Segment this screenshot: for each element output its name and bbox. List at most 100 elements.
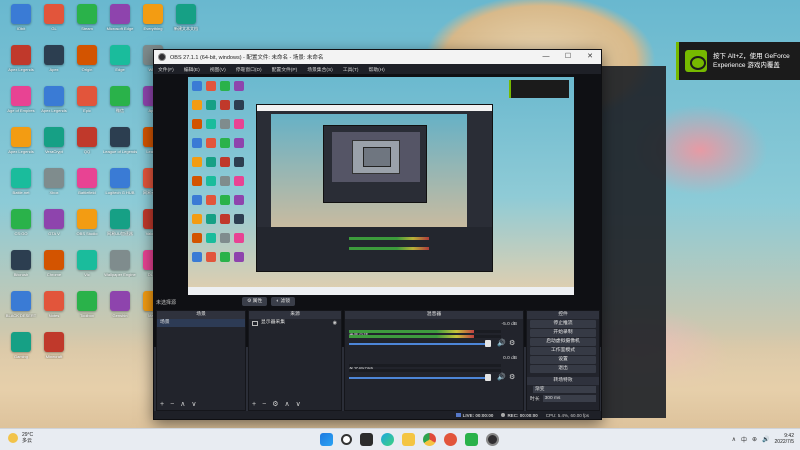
- menu-file[interactable]: 文件(F): [158, 66, 174, 73]
- volume-slider-handle[interactable]: [485, 374, 491, 381]
- volume-slider-handle[interactable]: [485, 340, 491, 347]
- visibility-eye-icon[interactable]: ◉: [333, 319, 337, 327]
- desktop-icon-16[interactable]: Apex Legends: [4, 127, 38, 154]
- desktop-icon-38[interactable]: Toolbox: [70, 291, 104, 318]
- desktop-icon-11[interactable]: Age of Empires: [4, 86, 38, 113]
- close-button[interactable]: ✕: [579, 50, 601, 64]
- menu-profile[interactable]: 配置文件(P): [272, 66, 298, 73]
- desktop-icon-22[interactable]: Xbox: [37, 168, 71, 195]
- add-scene-button[interactable]: +: [160, 400, 164, 410]
- desktop-icon-21[interactable]: Battle.net: [4, 168, 38, 195]
- start-recording-button[interactable]: 开始录制: [530, 329, 596, 337]
- volume-icon[interactable]: 🔊: [762, 436, 769, 443]
- desktop-icon-33[interactable]: Vlc: [70, 250, 104, 277]
- desktop-icon-14[interactable]: 微信: [103, 86, 137, 113]
- desktop-icon-27[interactable]: GTA V: [37, 209, 71, 236]
- obs-taskbar-icon[interactable]: [486, 433, 499, 446]
- media-app-icon[interactable]: [444, 433, 457, 446]
- add-source-button[interactable]: +: [252, 400, 256, 410]
- desktop-icon-3[interactable]: Microsoft Edge: [103, 4, 137, 31]
- duration-input[interactable]: 300 ms: [542, 395, 596, 402]
- menu-view[interactable]: 视图(V): [210, 66, 226, 73]
- audio-settings-gear-icon[interactable]: ⚙: [509, 373, 515, 381]
- source-item[interactable]: 显示器采集 ◉: [249, 319, 341, 327]
- menu-docks[interactable]: 停靠窗口(D): [236, 66, 262, 73]
- task-view-icon[interactable]: [360, 433, 373, 446]
- wechat-icon[interactable]: [465, 433, 478, 446]
- desktop-icon-9[interactable]: Edge: [103, 45, 137, 72]
- menu-scene-collection[interactable]: 场景集合(S): [307, 66, 333, 73]
- speaker-icon[interactable]: 🔊: [497, 373, 506, 381]
- desktop-icon-2[interactable]: Steam: [70, 4, 104, 31]
- desktop-icon-36[interactable]: BLACK DESERT: [4, 291, 38, 318]
- app-icon: [11, 127, 31, 147]
- volume-slider[interactable]: [349, 343, 489, 345]
- desktop-icon-5[interactable]: 新建文本文档: [169, 4, 203, 31]
- desktop-icon-1[interactable]: GL: [37, 4, 71, 31]
- geforce-notification[interactable]: 按下 Alt+Z，使用 GeForce Experience 游戏内覆盖: [676, 42, 800, 80]
- move-scene-down-button[interactable]: ∨: [191, 400, 196, 410]
- desktop-icon-26[interactable]: CS:GO: [4, 209, 38, 236]
- desktop-icon-29[interactable]: 网易UU加速器: [103, 209, 137, 236]
- obs-statusbar: LIVE: 00:00:00 REC: 00:00:00 CPU: 5.4%, …: [154, 411, 601, 419]
- desktop-icon-34[interactable]: Wallpaper Engine: [103, 250, 137, 277]
- menu-help[interactable]: 帮助(H): [369, 66, 385, 73]
- maximize-button[interactable]: ☐: [557, 50, 579, 64]
- menu-edit[interactable]: 编辑(E): [184, 66, 200, 73]
- desktop-icon-13[interactable]: Epic: [70, 86, 104, 113]
- remove-scene-button[interactable]: −: [170, 400, 174, 410]
- network-icon[interactable]: ⊕: [752, 436, 757, 443]
- desktop-icon-6[interactable]: Apex Legends: [4, 45, 38, 72]
- transition-select[interactable]: 渐变: [533, 386, 596, 393]
- start-virtual-camera-button[interactable]: 启动虚拟摄像机: [530, 338, 596, 346]
- desktop-icon-39[interactable]: Genshin: [103, 291, 137, 318]
- move-source-down-button[interactable]: ∨: [296, 400, 301, 410]
- desktop-icon-37[interactable]: Notes: [37, 291, 71, 318]
- filters-button[interactable]: ◐ 滤镜: [271, 297, 296, 306]
- desktop-icon-42[interactable]: Minecraft: [37, 332, 71, 359]
- tray-overflow-icon[interactable]: ∧: [732, 436, 736, 443]
- source-properties-gear-icon[interactable]: ⚙: [272, 400, 278, 410]
- desktop-icon-12[interactable]: Apex Legends: [37, 86, 71, 113]
- minimize-button[interactable]: —: [535, 50, 557, 64]
- desktop-icon-18[interactable]: QQ: [70, 127, 104, 154]
- move-scene-up-button[interactable]: ∧: [180, 400, 185, 410]
- desktop-icon-41[interactable]: Gaming: [4, 332, 38, 359]
- desktop-icon-31[interactable]: Bitcrush: [4, 250, 38, 277]
- live-status: LIVE: 00:00:00: [455, 413, 493, 418]
- desktop-icon-7[interactable]: Apex: [37, 45, 71, 72]
- desktop-icon-0[interactable]: IObit: [4, 4, 38, 31]
- obs-titlebar[interactable]: OBS 27.1.1 (64-bit, windows) - 配置文件: 未命名…: [154, 50, 601, 64]
- desktop-icon-4[interactable]: Everything: [136, 4, 170, 31]
- input-method-icon[interactable]: 中: [741, 435, 747, 444]
- edge-icon[interactable]: [381, 433, 394, 446]
- desktop-icon-24[interactable]: Logitech G HUB: [103, 168, 137, 195]
- properties-button[interactable]: ⚙ 属性: [242, 297, 268, 306]
- preview-audio-meter-2: [349, 247, 429, 250]
- desktop-icon-8[interactable]: Origin: [70, 45, 104, 72]
- audio-settings-gear-icon[interactable]: ⚙: [509, 339, 515, 347]
- obs-window[interactable]: OBS 27.1.1 (64-bit, windows) - 配置文件: 未命名…: [153, 49, 602, 420]
- scene-item[interactable]: 场景: [157, 319, 245, 327]
- settings-button[interactable]: 设置: [530, 356, 596, 364]
- file-explorer-icon[interactable]: [402, 433, 415, 446]
- weather-widget[interactable]: 29°C 多云: [8, 432, 33, 444]
- move-source-up-button[interactable]: ∧: [284, 400, 289, 410]
- preview-desktop-icon: [220, 214, 230, 224]
- search-icon[interactable]: [341, 434, 352, 445]
- stop-streaming-button[interactable]: 停止推流: [530, 320, 596, 328]
- start-icon[interactable]: [320, 433, 333, 446]
- menu-tools[interactable]: 工具(T): [343, 66, 359, 73]
- remove-source-button[interactable]: −: [262, 400, 266, 410]
- desktop-icon-19[interactable]: League of Legends: [103, 127, 137, 154]
- speaker-icon[interactable]: 🔊: [497, 339, 506, 347]
- volume-slider[interactable]: [349, 377, 489, 379]
- desktop-icon-28[interactable]: OBS Studio: [70, 209, 104, 236]
- exit-button[interactable]: 退出: [530, 365, 596, 373]
- chrome-icon[interactable]: [423, 433, 436, 446]
- taskbar-clock[interactable]: 9:42 2022/7/5: [775, 433, 794, 445]
- desktop-icon-23[interactable]: Battlefield: [70, 168, 104, 195]
- desktop-icon-17[interactable]: VeraCrypt: [37, 127, 71, 154]
- studio-mode-button[interactable]: 工作室模式: [530, 347, 596, 355]
- desktop-icon-32[interactable]: Chrome: [37, 250, 71, 277]
